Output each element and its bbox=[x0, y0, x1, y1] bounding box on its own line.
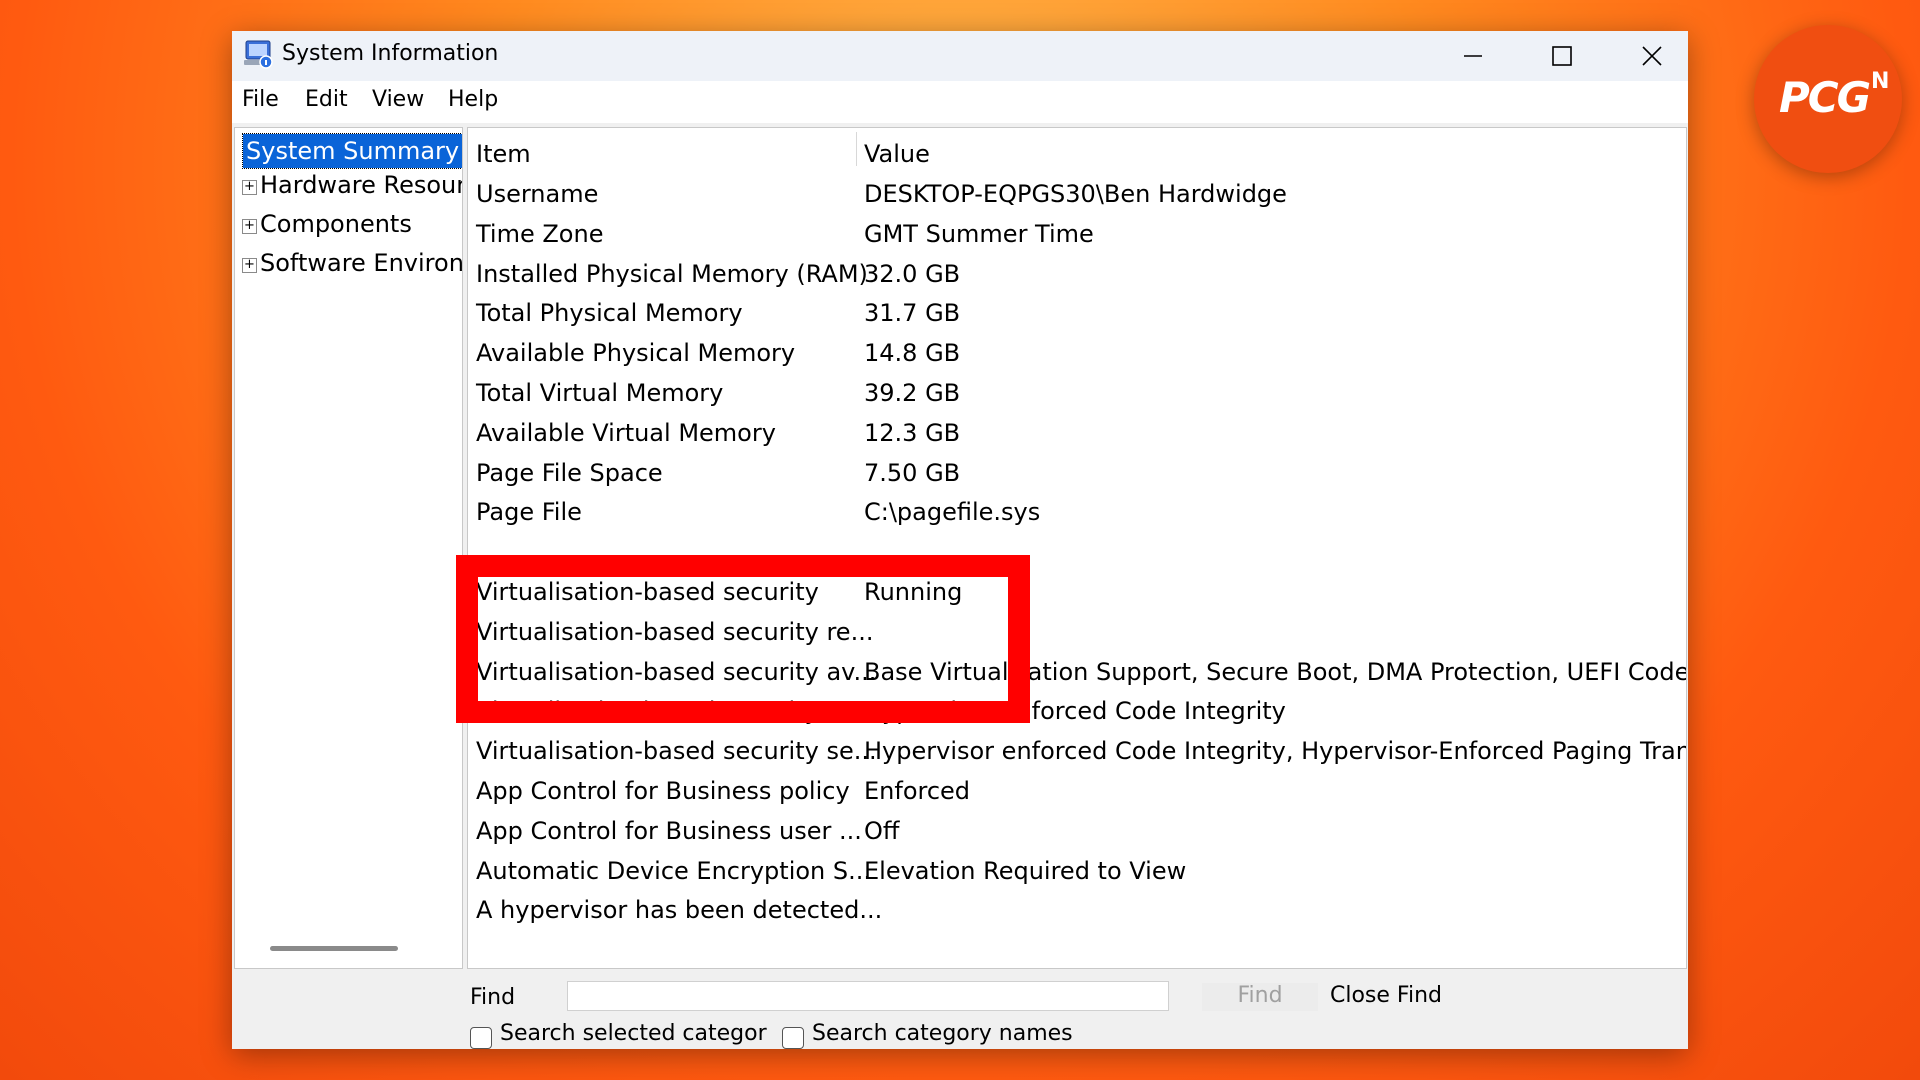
search-selected-category-checkbox[interactable] bbox=[470, 1027, 492, 1049]
row-item-value: 7.50 GB bbox=[864, 459, 961, 487]
row-item-name: Total Physical Memory bbox=[476, 299, 743, 327]
row-item-name: Available Virtual Memory bbox=[476, 419, 776, 447]
row-item-name: Automatic Device Encryption S... bbox=[476, 857, 872, 885]
search-category-names-checkbox[interactable] bbox=[782, 1027, 804, 1049]
window-title: System Information bbox=[282, 41, 499, 66]
find-button[interactable]: Find bbox=[1202, 983, 1318, 1011]
menu-edit[interactable]: Edit bbox=[305, 87, 348, 112]
minimize-button[interactable] bbox=[1437, 31, 1509, 81]
expand-icon[interactable]: + bbox=[242, 180, 257, 195]
tree-item-components[interactable]: Components bbox=[260, 210, 412, 238]
find-input[interactable] bbox=[567, 981, 1169, 1011]
row-item-name: Page File Space bbox=[476, 459, 663, 487]
maximize-button[interactable] bbox=[1526, 31, 1598, 81]
category-tree[interactable]: System Summary + Hardware Resourc + Comp… bbox=[234, 127, 463, 969]
find-bar: Find Find Close Find Search selected cat… bbox=[232, 971, 1688, 1049]
row-item-value: Elevation Required to View bbox=[864, 857, 1187, 885]
tree-horizontal-scrollbar[interactable] bbox=[270, 946, 398, 951]
close-icon bbox=[1642, 46, 1662, 66]
row-item-value: 32.0 GB bbox=[864, 260, 961, 288]
row-item-name: Available Physical Memory bbox=[476, 339, 796, 367]
row-item-name: Username bbox=[476, 180, 599, 208]
row-item-name: Total Virtual Memory bbox=[476, 379, 724, 407]
details-list: Item Value Username DESKTOP-EQPGS30\Ben H… bbox=[467, 127, 1687, 969]
row-item-name: Time Zone bbox=[476, 220, 604, 248]
search-selected-category-label: Search selected categor bbox=[500, 1021, 767, 1046]
row-item-name: App Control for Business policy bbox=[476, 777, 850, 805]
row-item-value: DESKTOP-EQPGS30\Ben Hardwidge bbox=[864, 180, 1287, 208]
row-item-value: GMT Summer Time bbox=[864, 220, 1094, 248]
search-category-names-label: Search category names bbox=[812, 1021, 1073, 1046]
row-item-value: C:\pagefile.sys bbox=[864, 498, 1041, 526]
row-item-value: Hypervisor enforced Code Integrity, Hype… bbox=[864, 737, 1687, 765]
maximize-icon bbox=[1552, 46, 1572, 66]
system-information-window: System Information File Edit View Help S… bbox=[232, 31, 1688, 1049]
column-header-value[interactable]: Value bbox=[864, 140, 930, 168]
pcgn-logo-suffix: N bbox=[1871, 69, 1890, 94]
title-bar[interactable]: System Information bbox=[232, 31, 1688, 81]
row-item-value: 31.7 GB bbox=[864, 299, 961, 327]
expand-icon[interactable]: + bbox=[242, 258, 257, 273]
find-label: Find bbox=[470, 985, 516, 1010]
tree-item-software-environment[interactable]: Software Environn bbox=[260, 249, 462, 277]
row-item-name: Page File bbox=[476, 498, 582, 526]
row-item-value: Off bbox=[864, 817, 900, 845]
menu-view[interactable]: View bbox=[372, 87, 424, 112]
row-item-name: App Control for Business user ... bbox=[476, 817, 862, 845]
close-button[interactable] bbox=[1616, 31, 1688, 81]
row-item-name: Installed Physical Memory (RAM) bbox=[476, 260, 868, 288]
row-item-value: Enforced bbox=[864, 777, 971, 805]
row-item-value: 39.2 GB bbox=[864, 379, 961, 407]
system-information-app-icon bbox=[244, 40, 273, 69]
tree-item-hardware-resources[interactable]: Hardware Resourc bbox=[260, 171, 462, 199]
column-divider[interactable] bbox=[856, 132, 857, 166]
menu-file[interactable]: File bbox=[242, 87, 279, 112]
red-highlight-box bbox=[456, 555, 1030, 723]
pcgn-logo: PCG N bbox=[1754, 25, 1902, 173]
column-header-item[interactable]: Item bbox=[476, 140, 531, 168]
minimize-icon bbox=[1464, 55, 1482, 57]
menu-help[interactable]: Help bbox=[448, 87, 498, 112]
row-item-name: A hypervisor has been detected... bbox=[476, 896, 883, 924]
row-item-value: 14.8 GB bbox=[864, 339, 961, 367]
row-item-name: Virtualisation-based security se... bbox=[476, 737, 877, 765]
expand-icon[interactable]: + bbox=[242, 219, 257, 234]
close-find-button[interactable]: Close Find bbox=[1330, 983, 1442, 1008]
row-item-value: 12.3 GB bbox=[864, 419, 961, 447]
tree-item-system-summary[interactable]: System Summary bbox=[241, 133, 462, 169]
pcgn-logo-text: PCG bbox=[1779, 73, 1871, 122]
